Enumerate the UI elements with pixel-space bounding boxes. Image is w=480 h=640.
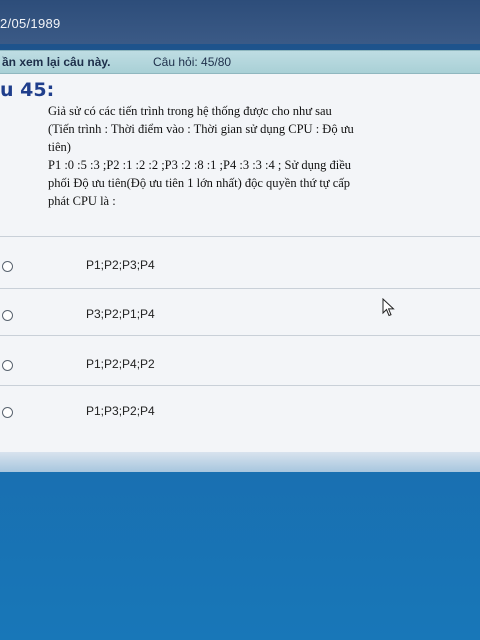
window-bottom-edge: [0, 452, 480, 472]
date-display: 2/05/1989: [0, 16, 61, 31]
answer-option-1[interactable]: P1;P2;P3;P4: [0, 246, 480, 292]
divider: [0, 335, 480, 336]
radio-button[interactable]: [2, 360, 13, 371]
quiz-status-bar: ần xem lại câu này. Câu hỏi: 45/80: [0, 50, 480, 74]
question-text-line: phát CPU là :: [48, 194, 116, 208]
divider: [0, 236, 480, 237]
window-title-bar: 2/05/1989: [0, 0, 480, 44]
answer-option-label: P1;P2;P4;P2: [86, 357, 155, 371]
question-text-line: P1 :0 :5 :3 ;P2 :1 :2 :2 ;P3 :2 :8 :1 ;P…: [48, 158, 351, 172]
mouse-pointer-icon: [382, 298, 395, 317]
divider: [0, 385, 480, 386]
answer-option-label: P3;P2;P1;P4: [86, 307, 155, 321]
question-number: u 45:: [0, 79, 55, 101]
question-text: Giả sử có các tiến trình trong hệ thống …: [48, 102, 428, 210]
question-panel: u 45: Giả sử có các tiến trình trong hệ …: [0, 74, 480, 452]
radio-button[interactable]: [2, 261, 13, 272]
question-text-line: tiên): [48, 140, 71, 154]
question-text-line: Giả sử có các tiến trình trong hệ thống …: [48, 104, 332, 118]
answer-option-4[interactable]: P1;P3;P2;P4: [0, 392, 480, 438]
answer-option-label: P1;P3;P2;P4: [86, 404, 155, 418]
divider: [0, 288, 480, 289]
review-question-link[interactable]: ần xem lại câu này.: [2, 55, 111, 69]
radio-button[interactable]: [2, 310, 13, 321]
question-text-line: (Tiến trình : Thời điểm vào : Thời gian …: [48, 122, 354, 136]
answer-option-label: P1;P2;P3;P4: [86, 258, 155, 272]
question-counter: Câu hỏi: 45/80: [153, 55, 232, 69]
question-text-line: phối Độ ưu tiên(Độ ưu tiên 1 lớn nhất) đ…: [48, 176, 351, 190]
radio-button[interactable]: [2, 407, 13, 418]
